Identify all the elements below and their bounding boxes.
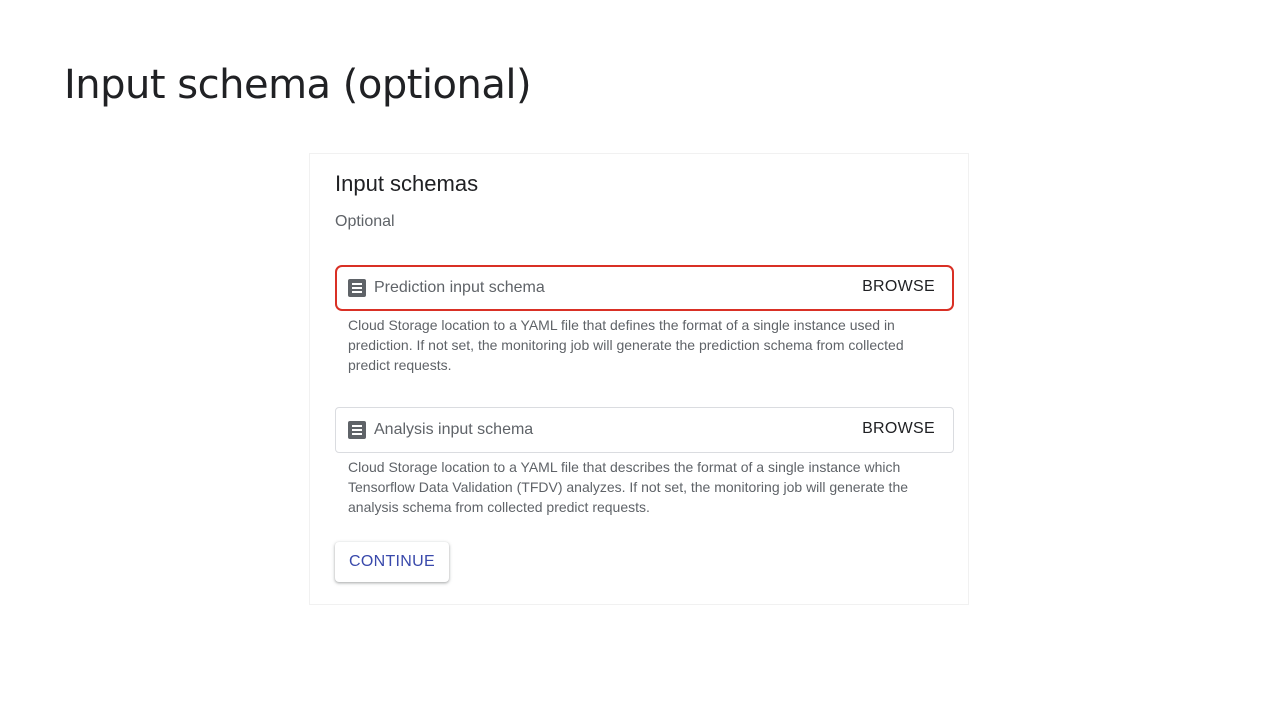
slide-title: Input schema (optional): [64, 62, 532, 108]
analysis-input-schema-field[interactable]: Analysis input schema BROWSE: [335, 407, 954, 453]
continue-button[interactable]: CONTINUE: [335, 542, 449, 582]
analysis-browse-button[interactable]: BROWSE: [862, 420, 935, 438]
prediction-input-schema-placeholder: Prediction input schema: [374, 279, 545, 296]
card-title: Input schemas: [335, 171, 479, 196]
document-icon: [348, 279, 366, 297]
prediction-input-schema-field[interactable]: Prediction input schema BROWSE: [335, 265, 954, 311]
prediction-browse-button[interactable]: BROWSE: [862, 278, 935, 296]
prediction-input-schema-helper-text: Cloud Storage location to a YAML file th…: [348, 317, 904, 373]
card-subtitle: Optional: [335, 213, 395, 230]
analysis-input-schema-placeholder: Analysis input schema: [374, 421, 534, 438]
document-icon: [348, 421, 366, 439]
analysis-input-schema-helper-text: Cloud Storage location to a YAML file th…: [348, 459, 909, 515]
input-schemas-card: Input schemas Optional Prediction input …: [309, 153, 969, 605]
